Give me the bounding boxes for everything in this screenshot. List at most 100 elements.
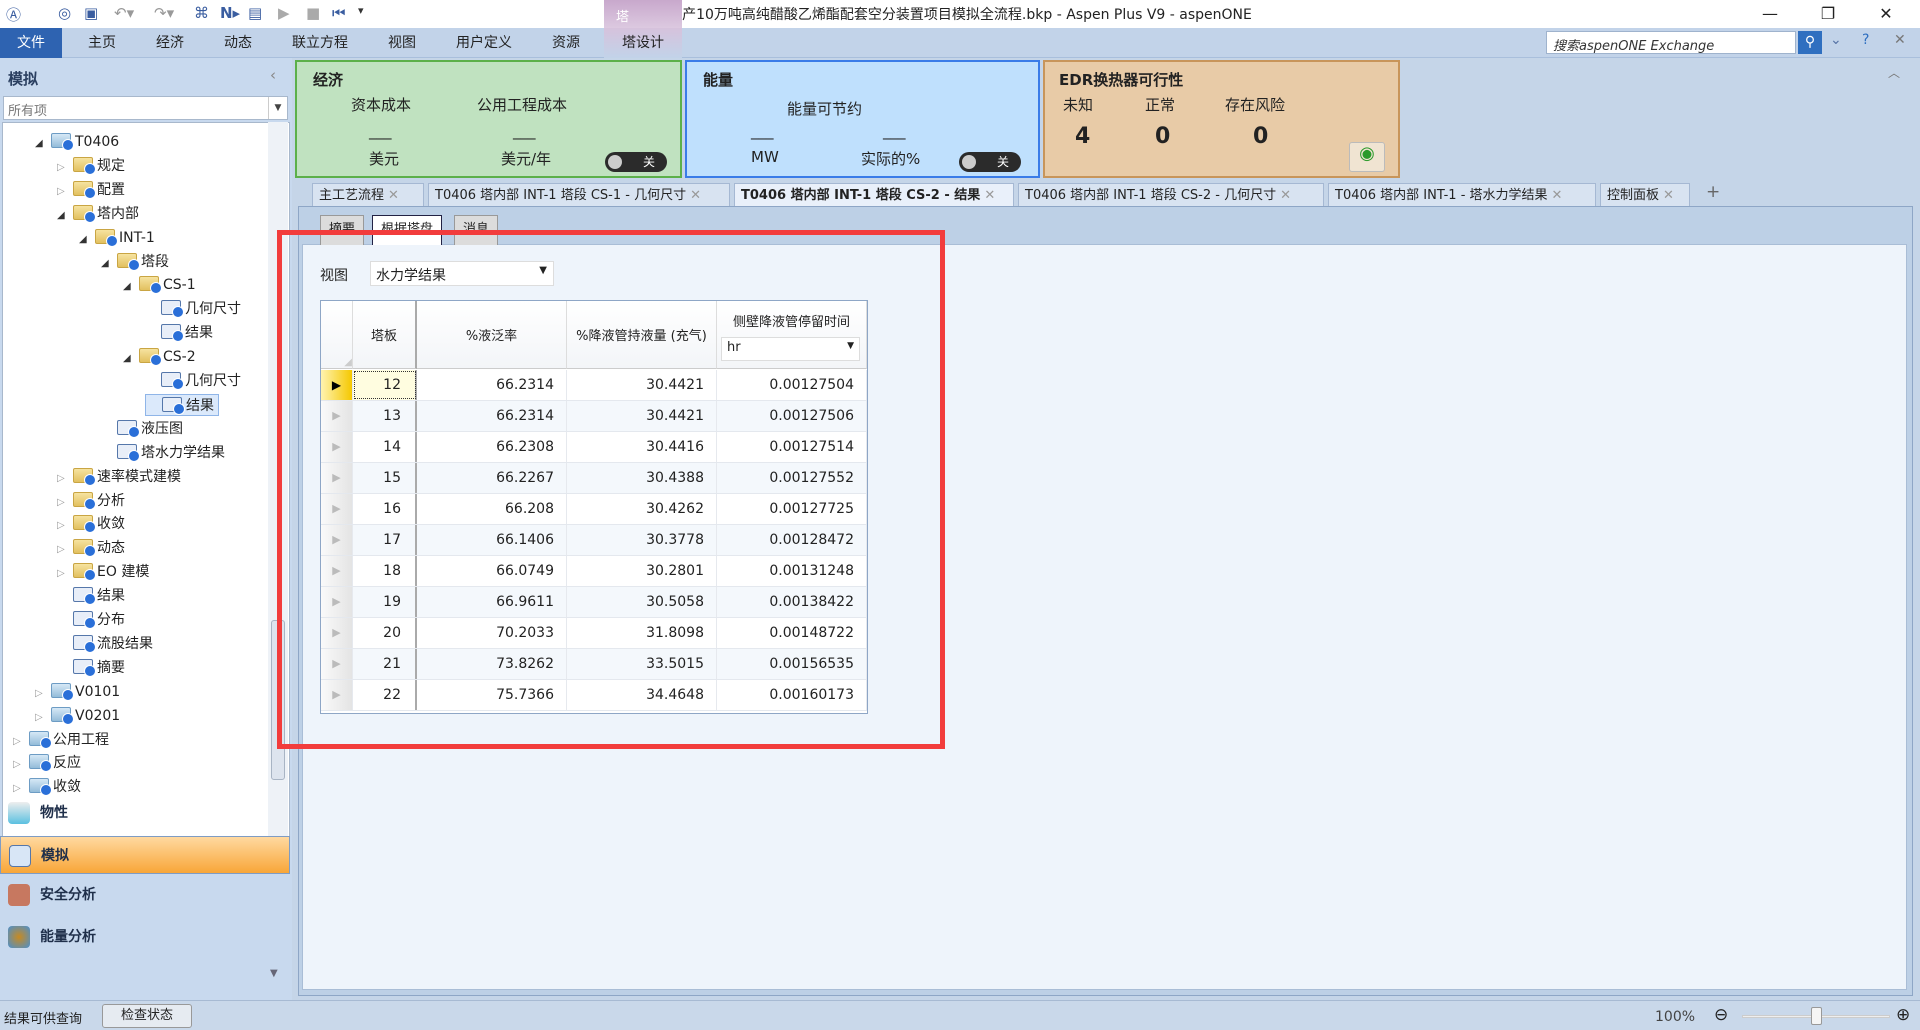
tree-item[interactable]: ▷ 反应	[13, 752, 81, 774]
doc-tab[interactable]: 主工艺流程 ✕	[312, 183, 424, 206]
tree-item[interactable]: ◢ 塔内部	[57, 203, 139, 225]
tree-item[interactable]: ▷ 动态	[57, 537, 125, 559]
filter-dropdown[interactable]: 所有项	[3, 96, 288, 120]
check-status-button[interactable]: 检查状态	[102, 1004, 192, 1028]
doc-tab[interactable]: T0406 塔内部 INT-1 塔段 CS-2 - 几何尺寸 ✕	[1018, 183, 1324, 206]
expand-arrow-icon[interactable]: ▷	[13, 731, 29, 753]
tree-item[interactable]: 几何尺寸	[145, 298, 241, 320]
restore-button[interactable]: ❐	[1808, 4, 1848, 23]
doc-tab[interactable]: T0406 塔内部 INT-1 - 塔水力学结果 ✕	[1328, 183, 1596, 206]
tree-item[interactable]: ▷ 分析	[57, 490, 125, 512]
tree-item[interactable]: 结果	[145, 322, 213, 344]
expand-arrow-icon[interactable]: ▷	[13, 754, 29, 776]
tree-item[interactable]: ▷ 公用工程	[13, 729, 109, 751]
expand-arrow-icon[interactable]: ▷	[57, 563, 73, 585]
tree-item-label: 几何尺寸	[185, 373, 241, 389]
doc-tab[interactable]: T0406 塔内部 INT-1 塔段 CS-2 - 结果 ✕	[734, 183, 1014, 206]
zoom-in-icon[interactable]: ⊕	[1896, 1005, 1910, 1025]
tab-column-design[interactable]: 塔设计	[604, 28, 682, 58]
tree-item[interactable]: ◢ T0406	[35, 131, 119, 153]
tree-item[interactable]: ◢ 塔段	[101, 251, 169, 273]
tree-item[interactable]: ◢ CS-1	[123, 274, 196, 296]
tree-item[interactable]: ▷ 速率模式建模	[57, 466, 181, 488]
tree-item[interactable]: 几何尺寸	[145, 370, 241, 392]
refresh-icon[interactable]: ◉	[1349, 142, 1385, 172]
close-tab-icon[interactable]: ✕	[1280, 188, 1291, 203]
new-tab-icon[interactable]: +	[1706, 182, 1720, 202]
tab-view[interactable]: 视图	[380, 28, 424, 58]
tree-item[interactable]: ◢ INT-1	[79, 227, 155, 249]
tree-item[interactable]: 流股结果	[57, 633, 153, 655]
tab-equation-oriented[interactable]: 联立方程	[284, 28, 356, 58]
expand-arrow-icon[interactable]: ▷	[35, 683, 51, 705]
collapse-icon[interactable]: ‹	[270, 66, 276, 84]
folder-icon	[51, 706, 74, 725]
tree-item[interactable]: 液压图	[101, 418, 183, 440]
tab-dynamics[interactable]: 动态	[216, 28, 260, 58]
energy-panel[interactable]: 能量 能量可节约 ___ ___ MW 实际的% 关	[685, 60, 1040, 178]
close-tab-icon[interactable]: ✕	[690, 188, 701, 203]
tree-item[interactable]: 结果	[57, 585, 125, 607]
expand-arrow-icon[interactable]: ◢	[35, 133, 51, 155]
tab-economics[interactable]: 经济	[148, 28, 192, 58]
tab-customize[interactable]: 用户定义	[448, 28, 520, 58]
tree-item[interactable]: ▷ 配置	[57, 179, 125, 201]
tree-item[interactable]: ▷ 规定	[57, 155, 125, 177]
nav-energy-analysis[interactable]: 能量分析	[0, 918, 290, 956]
expand-arrow-icon[interactable]: ◢	[57, 205, 73, 227]
tree-item[interactable]: ▷ V0201	[35, 705, 120, 727]
nav-label: 物性	[40, 805, 68, 821]
doc-tab[interactable]: 控制面板 ✕	[1600, 183, 1690, 206]
tree-item[interactable]: 摘要	[57, 657, 125, 679]
help-icon[interactable]: ?	[1862, 32, 1869, 48]
edr-panel[interactable]: EDR换热器可行性 未知 正常 存在风险 4 0 0 ◉	[1043, 60, 1400, 178]
zoom-out-icon[interactable]: ⊖	[1714, 1005, 1728, 1025]
more-icon[interactable]: ▼	[270, 968, 278, 979]
nav-label: 安全分析	[40, 887, 96, 903]
tree-item[interactable]: ▷ EO 建模	[57, 561, 149, 583]
chevron-down-icon[interactable]: ⌄	[1830, 32, 1842, 48]
nav-safety-analysis[interactable]: 安全分析	[0, 876, 290, 914]
expand-arrow-icon[interactable]: ◢	[123, 348, 139, 370]
flowsheet-icon	[9, 845, 31, 867]
nav-simulation[interactable]: 模拟	[0, 836, 290, 874]
close-tab-icon[interactable]: ✕	[388, 188, 399, 203]
economics-panel[interactable]: 经济 资本成本 公用工程成本 ___ ___ 美元 美元/年 关	[295, 60, 682, 178]
doc-tab[interactable]: T0406 塔内部 INT-1 塔段 CS-1 - 几何尺寸 ✕	[428, 183, 730, 206]
tree-item[interactable]: ▷ V0101	[35, 681, 120, 703]
expand-arrow-icon[interactable]: ▷	[57, 157, 73, 179]
close-tab-icon[interactable]: ✕	[1552, 188, 1563, 203]
expand-arrow-icon[interactable]: ◢	[101, 253, 117, 275]
expand-arrow-icon[interactable]: ▷	[57, 515, 73, 537]
search-icon[interactable]: ⚲	[1798, 31, 1822, 54]
tree-item[interactable]: ▷ 收敛	[57, 513, 125, 535]
expand-arrow-icon[interactable]: ▷	[57, 539, 73, 561]
tree-item[interactable]: 塔水力学结果	[101, 442, 225, 464]
collapse-panel-icon[interactable]: ︿	[1888, 64, 1900, 81]
expand-arrow-icon[interactable]: ◢	[123, 276, 139, 298]
expand-arrow-icon[interactable]: ▷	[57, 181, 73, 203]
expand-arrow-icon[interactable]: ▷	[35, 707, 51, 729]
minimize-button[interactable]: —	[1750, 4, 1790, 23]
tree-item[interactable]: 结果	[145, 393, 219, 416]
ok-label: 正常	[1145, 96, 1176, 114]
close-button[interactable]: ✕	[1866, 4, 1906, 23]
tree-item[interactable]: ◢ CS-2	[123, 346, 196, 368]
tree-item-label: 配置	[97, 181, 125, 198]
expand-arrow-icon[interactable]: ◢	[79, 229, 95, 251]
tab-home[interactable]: 主页	[80, 28, 124, 58]
expand-arrow-icon[interactable]: ▷	[57, 492, 73, 514]
tab-resources[interactable]: 资源	[544, 28, 588, 58]
tab-file[interactable]: 文件	[0, 28, 62, 58]
zoom-slider-thumb[interactable]	[1811, 1007, 1822, 1025]
close-tab-icon[interactable]: ✕	[984, 188, 995, 203]
energy-toggle[interactable]: 关	[959, 152, 1021, 172]
close-doc-icon[interactable]: ✕	[1894, 32, 1906, 48]
chevron-down-icon[interactable]: ▼	[268, 97, 287, 119]
search-input[interactable]: 搜索aspenONE Exchange	[1546, 31, 1796, 54]
tree-item[interactable]: 分布	[57, 609, 125, 631]
nav-properties[interactable]: 物性	[0, 794, 290, 832]
expand-arrow-icon[interactable]: ▷	[57, 468, 73, 490]
economics-toggle[interactable]: 关	[605, 152, 667, 172]
close-tab-icon[interactable]: ✕	[1663, 188, 1674, 203]
